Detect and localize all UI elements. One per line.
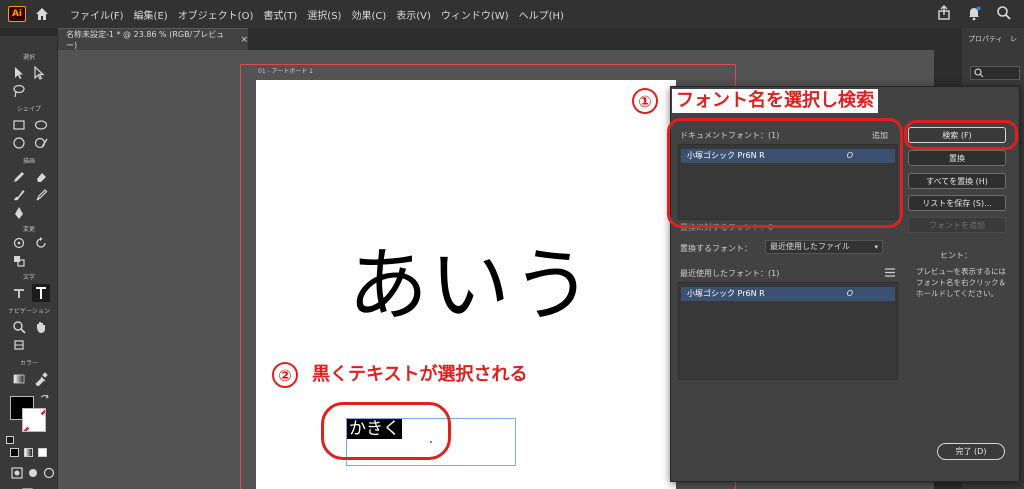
illustrator-window: Ai ファイル(F) 編集(E) オブジェクト(O) 書式(T) 選択(S) 効… — [0, 0, 1024, 489]
document-tab-title: 名称未設定-1 * @ 23.86 % (RGB/プレビュー) — [66, 29, 225, 50]
panel-search-input[interactable] — [970, 66, 1020, 80]
lasso-tool-icon[interactable] — [10, 82, 28, 100]
shape-builder-tool-icon[interactable] — [10, 134, 28, 152]
touch-type-tool-icon[interactable] — [10, 284, 28, 302]
menu-effect[interactable]: 効果(C) — [351, 7, 386, 22]
chevron-down-icon: ▾ — [874, 243, 878, 251]
step-1-number: ① — [632, 88, 658, 114]
notification-icon[interactable] — [966, 5, 982, 21]
swap-fill-stroke-icon[interactable] — [40, 394, 50, 404]
artboard-label[interactable]: 01 - アートボード 1 — [258, 66, 313, 75]
menu-bar: Ai ファイル(F) 編集(E) オブジェクト(O) 書式(T) 選択(S) 効… — [0, 0, 1024, 28]
stroke-swatch[interactable] — [22, 408, 46, 432]
toolbar-section-navigation: ナビゲーション — [8, 308, 50, 315]
document-tab[interactable]: 名称未設定-1 * @ 23.86 % (RGB/プレビュー) × — [58, 28, 248, 50]
direct-selection-tool-icon[interactable] — [30, 64, 48, 82]
toolbar-section-modify: 変更 — [22, 226, 35, 233]
search-icon — [974, 68, 984, 78]
annotation-ring-font-list — [667, 118, 903, 228]
annotation-ring-selected-text — [321, 402, 451, 460]
recent-fonts-list[interactable]: 小塚ゴシック Pr6N R O — [678, 282, 898, 380]
toolbar-section-draw: 描画 — [22, 158, 35, 165]
share-icon[interactable] — [936, 5, 952, 21]
toolbar-section-type: 文字 — [22, 274, 35, 281]
rectangle-tool-icon[interactable] — [10, 116, 28, 134]
tools-panel: 選択 シェイプ 描画 変更 文字 ナビゲーション カラー — [0, 36, 58, 489]
rotate-tool-icon[interactable] — [32, 234, 50, 252]
change-all-button[interactable]: すべてを置換 (H) — [908, 173, 1006, 189]
tab-bar-empty — [248, 28, 938, 50]
font-name: 小塚ゴシック Pr6N R — [687, 289, 765, 298]
screen-mode-icon[interactable] — [20, 484, 38, 489]
replace-with-value: 最近使用したファイル — [770, 242, 850, 251]
annotation-step-2: ② 黒くテキストが選択される — [272, 362, 527, 388]
free-transform-tool-icon[interactable] — [10, 252, 28, 270]
hand-tool-icon[interactable] — [32, 318, 50, 336]
type-tool-icon[interactable] — [32, 284, 50, 302]
replace-with-dropdown[interactable]: 最近使用したファイル ▾ — [765, 240, 883, 254]
rotate-view-tool-icon[interactable] — [10, 234, 28, 252]
tab-layers[interactable]: レ — [1010, 34, 1017, 44]
menu-edit[interactable]: 編集(E) — [134, 7, 168, 22]
annotation-ring-find-button — [904, 120, 1018, 150]
list-item[interactable]: 小塚ゴシック Pr6N R O — [681, 287, 895, 301]
draw-inside-icon[interactable] — [40, 464, 58, 482]
menu-window[interactable]: ウィンドウ(W) — [441, 7, 509, 22]
menu-help[interactable]: ヘルプ(H) — [519, 7, 564, 22]
menu-items: ファイル(F) 編集(E) オブジェクト(O) 書式(T) 選択(S) 効果(C… — [70, 0, 574, 28]
recent-fonts-label: 最近使用したフォント：(1) — [680, 269, 780, 278]
done-button[interactable]: 完了 (D) — [937, 443, 1005, 460]
toolbar-section-select: 選択 — [22, 54, 35, 61]
pen-tool-icon[interactable] — [10, 204, 28, 222]
artboard-large-text[interactable]: あいう — [348, 246, 594, 326]
menu-select[interactable]: 選択(S) — [307, 7, 341, 22]
search-icon[interactable] — [996, 5, 1012, 21]
color-mode-black[interactable] — [10, 448, 19, 457]
print-tiling-tool-icon[interactable] — [10, 336, 28, 354]
tab-close-icon[interactable]: × — [240, 35, 248, 45]
add-font-button[interactable]: フォントを追加 — [908, 217, 1006, 233]
step-2-number: ② — [272, 362, 298, 388]
step-2-text: 黒くテキストが選択される — [312, 364, 528, 385]
menu-view[interactable]: 表示(V) — [396, 7, 431, 22]
app-logo: Ai — [8, 6, 26, 22]
toolbar-section-shape: シェイプ — [16, 106, 41, 113]
change-button[interactable]: 置換 — [908, 150, 1006, 166]
menu-type[interactable]: 書式(T) — [263, 7, 297, 22]
eraser-tool-icon[interactable] — [32, 168, 50, 186]
color-mode-none[interactable] — [38, 448, 47, 457]
ellipse-tool-icon[interactable] — [32, 116, 50, 134]
replace-with-label: 置換するフォント： — [680, 244, 752, 253]
paintbrush-tool-icon[interactable] — [10, 186, 28, 204]
menu-object[interactable]: オブジェクト(O) — [178, 7, 254, 22]
gradient-tool-icon[interactable] — [10, 370, 28, 388]
menubar-right-icons — [936, 5, 1012, 21]
hint-text: プレビューを表示するにはフォント名を右クリック＆ホールドしてください。 — [916, 267, 1006, 298]
eraser-shape-tool-icon[interactable] — [32, 134, 50, 152]
annotation-step-1: ① フォント名を選択し検索 — [632, 88, 878, 114]
tab-properties[interactable]: プロパティ — [968, 34, 1003, 44]
color-mode-gradient[interactable] — [24, 448, 33, 457]
none-color-icon[interactable] — [6, 436, 14, 444]
list-options-icon[interactable] — [885, 268, 895, 277]
opentype-font-icon: O — [846, 289, 853, 298]
menu-file[interactable]: ファイル(F) — [70, 7, 124, 22]
zoom-tool-icon[interactable] — [10, 318, 28, 336]
save-list-button[interactable]: リストを保存 (S)... — [908, 195, 1006, 211]
step-1-text: フォント名を選択し検索 — [672, 89, 878, 113]
hint-title: ヒント： — [940, 251, 972, 260]
selection-tool-icon[interactable] — [10, 64, 28, 82]
toolbar-section-color: カラー — [19, 360, 38, 367]
home-icon[interactable] — [34, 6, 50, 22]
eyedropper-tool-icon[interactable] — [32, 370, 50, 388]
blob-brush-tool-icon[interactable] — [32, 186, 50, 204]
pencil-tool-icon[interactable] — [10, 168, 28, 186]
